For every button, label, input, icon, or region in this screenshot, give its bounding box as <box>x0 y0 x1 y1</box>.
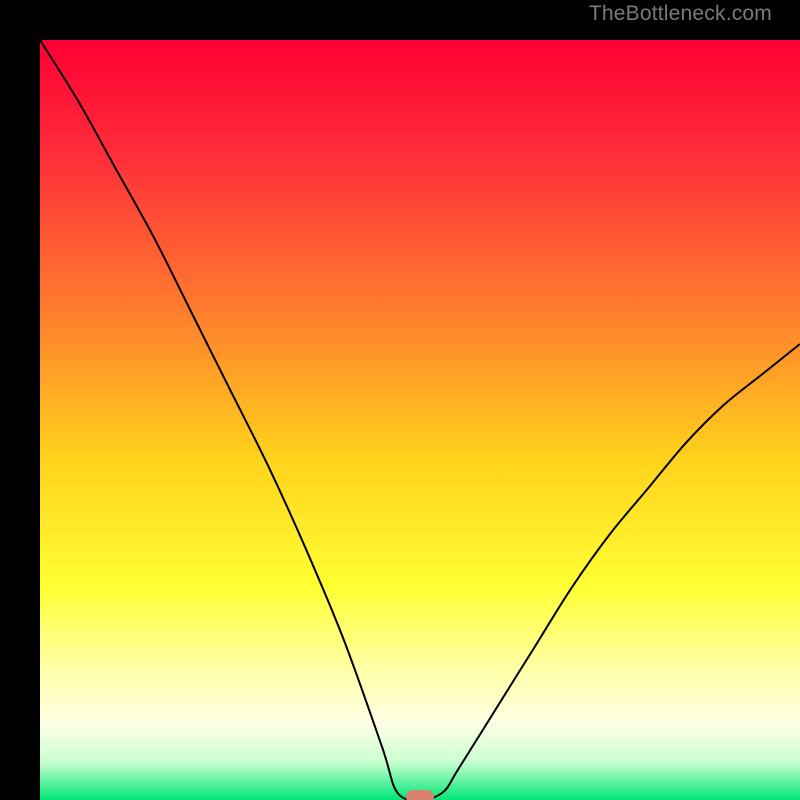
bottleneck-chart <box>40 40 800 800</box>
watermark-text: TheBottleneck.com <box>589 2 772 26</box>
optimal-marker <box>406 790 434 800</box>
gradient-background <box>40 40 800 800</box>
chart-frame <box>20 20 780 780</box>
